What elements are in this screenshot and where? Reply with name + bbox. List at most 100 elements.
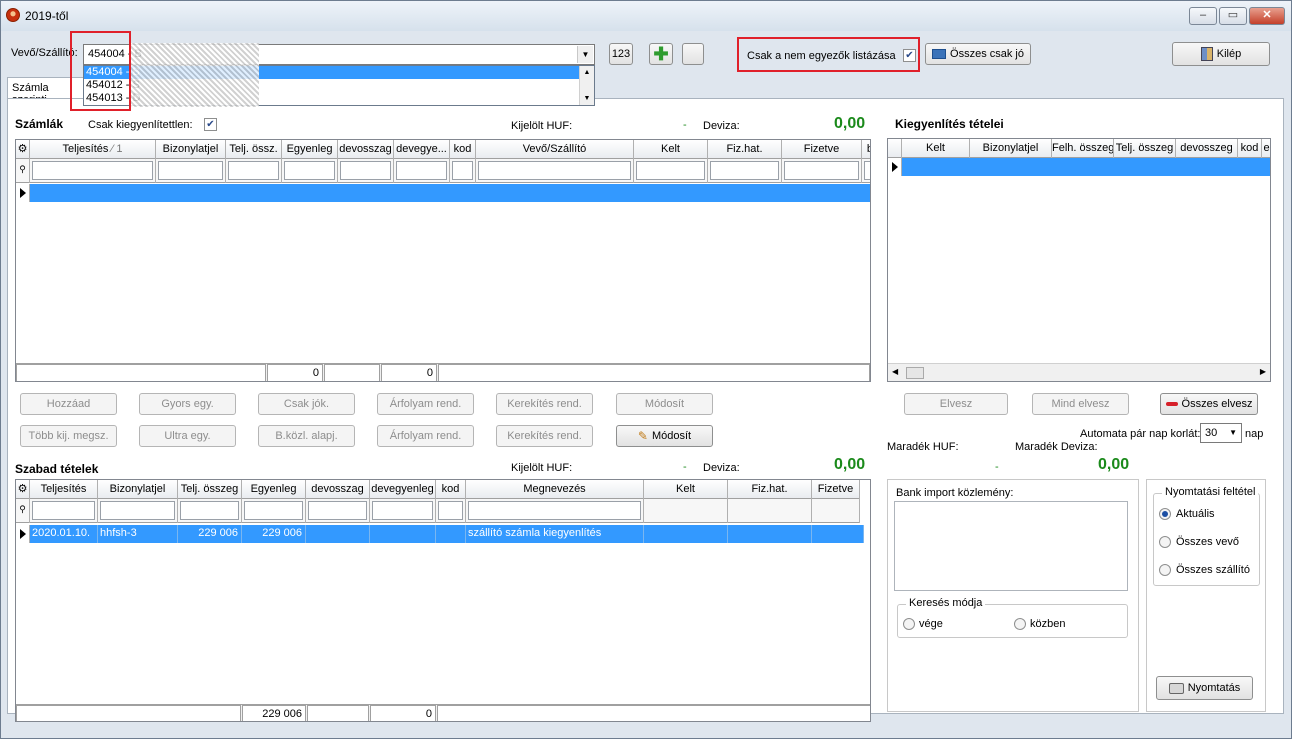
close-button[interactable]: ✕ [1249, 7, 1285, 25]
table-row[interactable] [888, 158, 1270, 176]
kerekites-rend-button-2[interactable]: Kerekítés rend. [496, 425, 593, 447]
col-header[interactable]: Telj. összeg [178, 480, 242, 499]
kerekites-rend-button[interactable]: Kerekítés rend. [496, 393, 593, 415]
search-vege-radio[interactable] [903, 618, 915, 630]
col-header[interactable]: Fiz.hat. [728, 480, 812, 499]
only-unpaid-checkbox[interactable]: ✔ [204, 118, 217, 131]
exit-button[interactable]: Kilép [1172, 42, 1270, 66]
dropdown-scrollbar[interactable]: ▲ ▼ [579, 66, 594, 105]
col-header[interactable]: Teljesítés ⁄ 1 [30, 140, 156, 159]
filter-input[interactable] [228, 161, 279, 180]
numeric-button[interactable]: 123 [609, 43, 633, 65]
filter-input[interactable] [396, 161, 447, 180]
blank-button[interactable] [682, 43, 704, 65]
scroll-right-icon[interactable]: ▶ [1260, 367, 1266, 376]
bkozl-alapj-button[interactable]: B.közl. alapj. [258, 425, 355, 447]
filter-input[interactable] [478, 161, 631, 180]
col-header[interactable]: e [1262, 139, 1270, 158]
col-header[interactable]: Felh. összeg [1052, 139, 1114, 158]
table-row[interactable]: 2020.01.10. hhfsh-3 229 006 229 006 szál… [16, 525, 864, 543]
col-header[interactable]: Megnevezés [466, 480, 644, 499]
filter-input[interactable] [340, 161, 391, 180]
osszes-elvesz-button[interactable]: Összes elvesz [1160, 393, 1258, 415]
col-header[interactable]: Kelt [644, 480, 728, 499]
col-header[interactable]: devosszeg [1176, 139, 1238, 158]
auto-limit-select[interactable]: 30 ▼ [1200, 423, 1242, 443]
szabad-grid[interactable]: ⚙ Teljesítés Bizonylatjel Telj. összeg E… [15, 479, 871, 722]
col-header[interactable]: b. [862, 140, 870, 159]
col-header[interactable]: Fizetve [782, 140, 862, 159]
col-header[interactable]: kod [450, 140, 476, 159]
col-header[interactable]: Vevő/Szállító [476, 140, 634, 159]
col-header[interactable]: Telj. össz. [226, 140, 282, 159]
col-header[interactable]: Egyenleg [282, 140, 338, 159]
col-header[interactable]: Teljesítés [30, 480, 98, 499]
modosit-button[interactable]: Módosít [616, 393, 713, 415]
scroll-down-icon[interactable]: ▼ [580, 92, 594, 105]
print-osszes-szallito-radio[interactable] [1159, 564, 1171, 576]
filter-input[interactable] [308, 501, 367, 520]
table-row[interactable] [16, 184, 870, 202]
filter-input[interactable] [100, 501, 175, 520]
chevron-down-icon[interactable]: ▼ [577, 46, 593, 63]
col-header[interactable]: Fiz.hat. [708, 140, 782, 159]
col-header[interactable]: Bizonylatjel [156, 140, 226, 159]
col-header[interactable]: Fizetve [812, 480, 860, 499]
filter-input[interactable] [636, 161, 705, 180]
arfolyam-rend-button-2[interactable]: Árfolyam rend. [377, 425, 474, 447]
print-button[interactable]: Nyomtatás [1156, 676, 1253, 700]
filter-input[interactable] [32, 161, 153, 180]
search-kozben-radio[interactable] [1014, 618, 1026, 630]
kiegyenlites-grid[interactable]: Kelt Bizonylatjel Felh. összeg Telj. öss… [887, 138, 1271, 382]
mind-elvesz-button[interactable]: Mind elvesz [1032, 393, 1129, 415]
filter-input[interactable] [784, 161, 859, 180]
scroll-up-icon[interactable]: ▲ [580, 66, 594, 79]
arfolyam-rend-button[interactable]: Árfolyam rend. [377, 393, 474, 415]
all-ok-button[interactable]: Összes csak jó [925, 43, 1031, 65]
filter-input[interactable] [468, 501, 641, 520]
scroll-left-icon[interactable]: ◀ [892, 367, 898, 376]
scroll-thumb[interactable] [906, 367, 924, 379]
filter-input[interactable] [452, 161, 473, 180]
filter-input[interactable] [32, 501, 95, 520]
chevron-down-icon[interactable]: ▼ [1229, 428, 1237, 437]
grid-settings-icon[interactable]: ⚙ [16, 140, 30, 159]
print-osszes-vevo-radio[interactable] [1159, 536, 1171, 548]
filter-input[interactable] [180, 501, 239, 520]
bank-import-textarea[interactable] [894, 501, 1128, 591]
ultra-egy-button[interactable]: Ultra egy. [139, 425, 236, 447]
print-aktualis-radio[interactable] [1159, 508, 1171, 520]
add-icon[interactable]: ✚ [649, 43, 673, 65]
filter-input[interactable] [710, 161, 779, 180]
hozzaad-button[interactable]: Hozzáad [20, 393, 117, 415]
csak-jok-button[interactable]: Csak jók. [258, 393, 355, 415]
minimize-button[interactable]: ‒ [1189, 7, 1217, 25]
col-header[interactable]: Kelt [902, 139, 970, 158]
filter-input[interactable] [372, 501, 433, 520]
col-header[interactable]: Kelt [634, 140, 708, 159]
filter-input[interactable] [284, 161, 335, 180]
filter-input[interactable] [438, 501, 463, 520]
tobb-kij-megsz-button[interactable]: Több kij. megsz. [20, 425, 117, 447]
grid-settings-icon[interactable]: ⚙ [16, 480, 30, 499]
horizontal-scrollbar[interactable]: ◀ ▶ [888, 363, 1270, 381]
col-header[interactable]: devosszag [306, 480, 370, 499]
col-header[interactable]: kod [436, 480, 466, 499]
gyors-egy-button[interactable]: Gyors egy. [139, 393, 236, 415]
elvesz-button[interactable]: Elvesz [904, 393, 1008, 415]
filter-input[interactable] [244, 501, 303, 520]
filter-input[interactable] [158, 161, 223, 180]
col-header[interactable]: Telj. összeg [1114, 139, 1176, 158]
col-header[interactable]: Bizonylatjel [98, 480, 178, 499]
only-mismatch-checkbox[interactable]: ✔ [903, 49, 916, 62]
col-header[interactable]: devegye... [394, 140, 450, 159]
col-header[interactable]: kod [1238, 139, 1262, 158]
col-header[interactable]: Bizonylatjel [970, 139, 1052, 158]
col-header[interactable]: Egyenleg [242, 480, 306, 499]
col-header[interactable]: devegyenleg [370, 480, 436, 499]
modosit-button-2[interactable]: ✎ Módosít [616, 425, 713, 447]
maximize-button[interactable]: ▭ [1219, 7, 1247, 25]
col-header[interactable]: devosszag [338, 140, 394, 159]
szamlak-grid[interactable]: ⚙ Teljesítés ⁄ 1 Bizonylatjel Telj. össz… [15, 139, 871, 382]
title-bar[interactable]: 2019-től ‒ ▭ ✕ [1, 1, 1291, 31]
